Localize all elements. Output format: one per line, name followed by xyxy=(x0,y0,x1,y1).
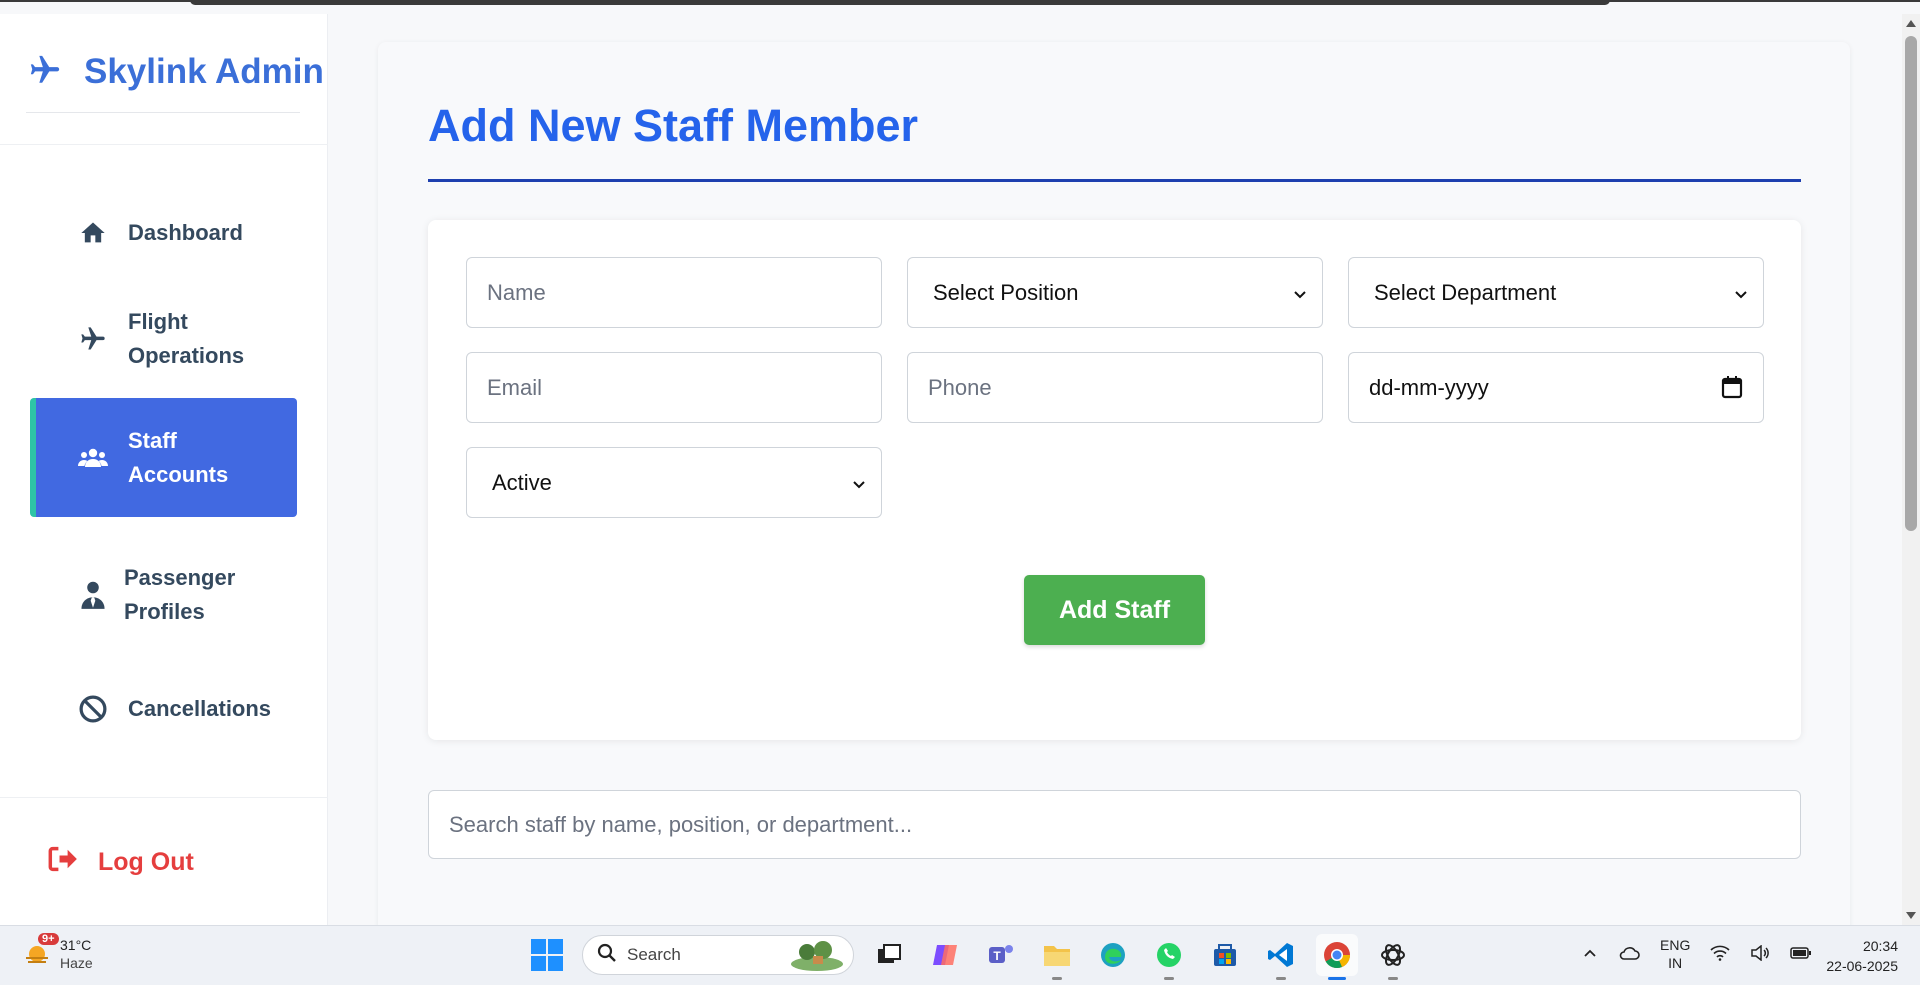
sidebar-item-label: Staff Accounts xyxy=(128,427,229,487)
lang-bottom: IN xyxy=(1668,955,1683,971)
weather-widget[interactable]: 9+ 31°C Haze xyxy=(22,933,93,972)
sidebar-item-dashboard[interactable]: Dashboard xyxy=(30,198,297,268)
sidebar-item-flight-operations[interactable]: Flight Operations xyxy=(30,294,297,384)
sidebar-item-label: Cancellations xyxy=(128,696,272,721)
sidebar-item-label: Flight Operations xyxy=(128,309,245,368)
phone-placeholder: Phone xyxy=(928,374,992,400)
clock[interactable]: 20:34 22-06-2025 xyxy=(1826,936,1898,976)
divider xyxy=(0,797,328,798)
whatsapp-icon[interactable] xyxy=(1148,934,1190,980)
date-placeholder: dd-mm-yyyy xyxy=(1369,374,1489,400)
taskbar-apps: Search T xyxy=(526,934,1414,980)
taskbar-search[interactable]: Search xyxy=(582,935,854,975)
home-icon xyxy=(78,218,108,248)
clock-date: 22-06-2025 xyxy=(1826,958,1898,974)
staff-search-input[interactable]: Search staff by name, position, or depar… xyxy=(428,790,1801,859)
teams-icon[interactable]: T xyxy=(980,934,1022,976)
chrome-icon[interactable] xyxy=(1316,934,1358,980)
scroll-up-icon[interactable] xyxy=(1906,20,1916,27)
edge-icon[interactable] xyxy=(1092,934,1134,976)
department-select[interactable]: Select Department xyxy=(1348,257,1764,328)
lang-top: ENG xyxy=(1660,937,1691,953)
logout-label: Log Out xyxy=(98,848,194,876)
weather-temp: 31°C xyxy=(60,937,92,953)
system-tray: ENG IN xyxy=(1582,936,1812,972)
scrollbar-thumb[interactable] xyxy=(1905,36,1917,531)
vscode-icon[interactable] xyxy=(1260,934,1302,980)
chevron-down-icon xyxy=(1292,282,1308,308)
date-field[interactable]: dd-mm-yyyy xyxy=(1348,352,1764,423)
search-highlight-icon xyxy=(789,940,845,977)
add-staff-form: Name Select Position Select Department E… xyxy=(428,220,1801,740)
browser-top-strip xyxy=(0,0,1920,14)
status-select-value: Active xyxy=(492,469,552,495)
plane-icon xyxy=(78,324,108,354)
divider xyxy=(26,112,300,113)
department-select-value: Select Department xyxy=(1374,279,1557,305)
search-icon xyxy=(597,943,617,968)
staff-search-placeholder: Search staff by name, position, or depar… xyxy=(449,811,913,837)
chatgpt-icon[interactable] xyxy=(1372,934,1414,980)
chevron-down-icon xyxy=(1733,282,1749,308)
taskbar-search-label: Search xyxy=(627,945,681,964)
copilot-icon[interactable] xyxy=(924,934,966,976)
sidebar-item-cancellations[interactable]: Cancellations xyxy=(30,674,297,744)
brand[interactable]: Skylink Admin xyxy=(26,52,324,92)
sidebar: Skylink Admin Dashboard Flight Operation… xyxy=(0,14,328,925)
main-panel: Add New Staff Member Name Select Positio… xyxy=(378,42,1850,942)
sidebar-item-label: Dashboard xyxy=(128,220,243,245)
wifi-icon[interactable] xyxy=(1710,945,1730,964)
page-title: Add New Staff Member xyxy=(428,100,919,151)
start-button[interactable] xyxy=(526,934,568,976)
windows-icon xyxy=(531,939,563,971)
position-select-value: Select Position xyxy=(933,279,1079,305)
sidebar-item-label: Passenger Profiles xyxy=(124,565,236,624)
brand-title: Skylink Admin xyxy=(84,52,324,91)
phone-field[interactable]: Phone xyxy=(907,352,1323,423)
add-staff-button[interactable]: Add Staff xyxy=(1024,575,1205,645)
chevron-up-icon[interactable] xyxy=(1582,945,1598,964)
divider xyxy=(0,144,328,145)
battery-icon[interactable] xyxy=(1790,946,1812,963)
svg-text:T: T xyxy=(993,949,1001,963)
status-select[interactable]: Active xyxy=(466,447,882,518)
taskbar: 9+ 31°C Haze Search T ENG IN 20:34 22-06… xyxy=(0,925,1920,985)
sidebar-item-staff-accounts[interactable]: Staff Accounts xyxy=(30,398,297,517)
weather-badge: 9+ xyxy=(38,933,59,945)
user-tie-icon xyxy=(78,580,108,610)
name-placeholder: Name xyxy=(487,279,546,305)
store-icon[interactable] xyxy=(1204,934,1246,976)
calendar-icon[interactable] xyxy=(1721,375,1743,405)
weather-condition: Haze xyxy=(60,955,93,971)
sidebar-item-passenger-profiles[interactable]: Passenger Profiles xyxy=(30,550,297,640)
chevron-down-icon xyxy=(851,472,867,498)
users-icon xyxy=(78,443,108,473)
volume-icon[interactable] xyxy=(1750,943,1770,964)
clock-time: 20:34 xyxy=(1862,938,1898,954)
file-explorer-icon[interactable] xyxy=(1036,934,1078,980)
task-view-icon[interactable] xyxy=(868,934,910,976)
logout-button[interactable]: Log Out xyxy=(48,846,194,879)
plane-logo-icon xyxy=(26,53,64,92)
name-field[interactable]: Name xyxy=(466,257,882,328)
scroll-down-icon[interactable] xyxy=(1906,912,1916,919)
language-indicator[interactable]: ENG IN xyxy=(1660,936,1690,972)
sign-out-icon xyxy=(48,846,78,879)
email-placeholder: Email xyxy=(487,374,543,400)
page-scrollbar[interactable] xyxy=(1902,14,1920,925)
title-underline xyxy=(428,179,1801,182)
browser-tab-bar xyxy=(190,0,1610,5)
ban-icon xyxy=(78,694,108,724)
position-select[interactable]: Select Position xyxy=(907,257,1323,328)
email-field[interactable]: Email xyxy=(466,352,882,423)
cloud-icon[interactable] xyxy=(1618,945,1640,964)
